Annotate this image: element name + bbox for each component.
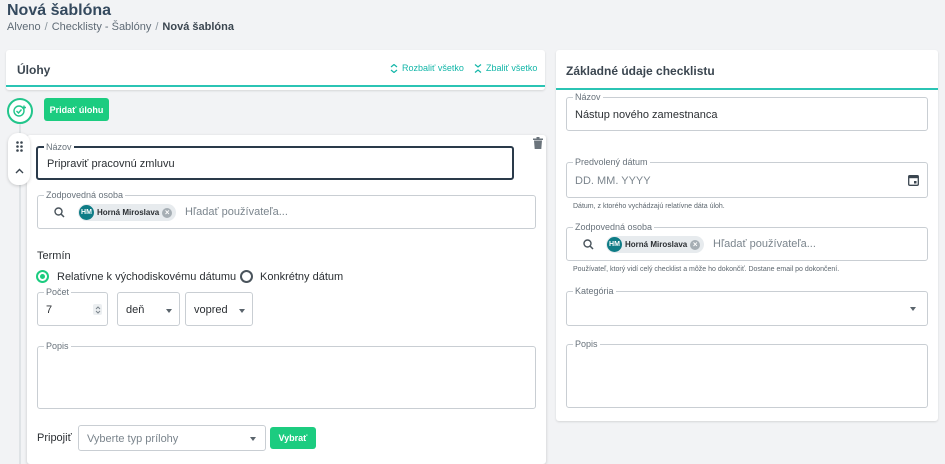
radio-specific-date-label: Konkrétny dátum [260,271,344,283]
chip-name: Horná Miroslava [97,208,160,217]
chevron-up-icon[interactable] [15,161,24,179]
direction-select[interactable]: vopred [185,292,253,326]
attach-label: Pripojiť [37,432,72,444]
clear-icon[interactable]: × [690,239,701,250]
task-responsible-search-input[interactable]: Hľadať používateľa... [185,206,288,218]
collapse-all-label: Zbaliť všetko [486,63,538,73]
task-card: Názov Pripraviť pracovnú zmluvu Zodpoved… [27,135,546,464]
avatar: HM [607,237,622,252]
breadcrumb-separator: / [44,21,48,33]
default-date-label: Predvolený dátum [573,157,650,168]
checklist-responsible-search-input[interactable]: Hľadať používateľa... [713,238,816,250]
unit-select[interactable]: deň [117,292,180,326]
chip-name: Horná Miroslava [625,240,688,249]
add-task-check-icon [13,105,26,117]
default-date-field[interactable]: Predvolený dátum DD. MM. YYYY [566,157,928,198]
breadcrumb-item-templates[interactable]: Checklisty - Šablóny [52,21,152,33]
count-label: Počet [44,287,72,298]
basic-info-header: Základné údaje checklistu [556,50,938,90]
radio-specific-date[interactable] [240,270,253,283]
task-responsible-field[interactable]: Zodpovedná osoba HM Horná Miroslava × Hľ… [37,190,536,229]
checklist-responsible-field[interactable]: Zodpovedná osoba HM Horná Miroslava × Hľ… [566,222,928,261]
radio-relative[interactable] [36,270,49,283]
checklist-name-field[interactable]: Názov Nástup nového zamestnanca [566,92,928,131]
dropdown-caret-icon [239,309,245,313]
sort-collapse-icon [474,63,482,73]
tasks-panel: Úlohy Rozbaliť všetko Zbaliť všetko [6,50,545,90]
avatar: HM [79,205,94,220]
search-icon [583,239,594,250]
default-date-helper: Dátum, z ktorého vychádzajú relatívne dá… [573,203,725,210]
checklist-responsible-label: Zodpovedná osoba [573,222,655,233]
expand-all-button[interactable]: Rozbaliť všetko [390,63,464,73]
breadcrumb-item-home[interactable]: Alveno [7,21,41,33]
attachment-type-select[interactable]: Vyberte typ prílohy [78,425,266,451]
add-task-circle-button[interactable] [7,98,33,124]
add-task-button[interactable]: Pridať úlohu [44,98,109,121]
calendar-icon[interactable] [907,174,919,186]
stepper-arrows-icon[interactable] [93,304,102,315]
deadline-label: Termín [37,250,71,262]
category-label: Kategória [573,286,616,297]
search-icon [54,207,65,218]
checklist-name-label: Názov [573,92,603,103]
breadcrumb: Alveno / Checklisty - Šablóny / Nová šablóna [7,21,234,33]
tasks-panel-title: Úlohy [17,63,51,77]
task-name-value: Pripraviť pracovnú zmluvu [47,158,175,170]
choose-attachment-button[interactable]: Vybrať [270,427,316,449]
category-select[interactable]: Kategória [566,286,928,326]
delete-task-button[interactable] [532,136,544,150]
checklist-description-field[interactable]: Popis [566,339,928,408]
direction-value: vopred [194,304,228,316]
task-responsible-label: Zodpovedná osoba [44,190,126,201]
clear-icon[interactable]: × [162,207,173,218]
expand-all-label: Rozbaliť všetko [402,63,464,73]
collapse-all-button[interactable]: Zbaliť všetko [474,63,537,73]
sort-expand-icon [390,63,398,73]
dropdown-caret-icon [250,437,256,441]
default-date-placeholder: DD. MM. YYYY [575,175,651,187]
tasks-panel-header: Úlohy Rozbaliť všetko Zbaliť všetko [6,50,545,87]
checklist-responsible-helper: Používateľ, ktorý vidí celý checklist a … [573,266,840,273]
trash-icon [533,137,543,149]
task-description-field[interactable]: Popis [37,341,536,409]
drag-handle-icon[interactable] [15,139,23,157]
breadcrumb-item-current: Nová šablóna [162,21,234,33]
task-responsible-chip: HM Horná Miroslava × [78,204,177,221]
task-side-handle [8,133,30,185]
dropdown-caret-icon [910,307,916,311]
page-title: Nová šablóna [7,2,112,19]
basic-info-panel: Základné údaje checklistu Názov Nástup n… [556,50,938,421]
checklist-name-value: Nástup nového zamestnanca [575,109,718,121]
task-name-label: Názov [44,142,74,153]
basic-info-title: Základné údaje checklistu [566,64,715,78]
attachment-type-placeholder: Vyberte typ prílohy [87,433,179,445]
dropdown-caret-icon [166,309,172,313]
count-stepper[interactable]: Počet 7 [37,287,108,326]
checklist-description-label: Popis [573,339,600,350]
task-name-field[interactable]: Názov Pripraviť pracovnú zmluvu [36,142,514,180]
count-value: 7 [46,304,53,316]
radio-relative-label: Relatívne k východiskovému dátumu [57,271,237,283]
unit-value: deň [126,304,145,316]
checklist-responsible-chip: HM Horná Miroslava × [606,236,705,253]
breadcrumb-separator: / [155,21,159,33]
task-description-label: Popis [44,341,71,352]
